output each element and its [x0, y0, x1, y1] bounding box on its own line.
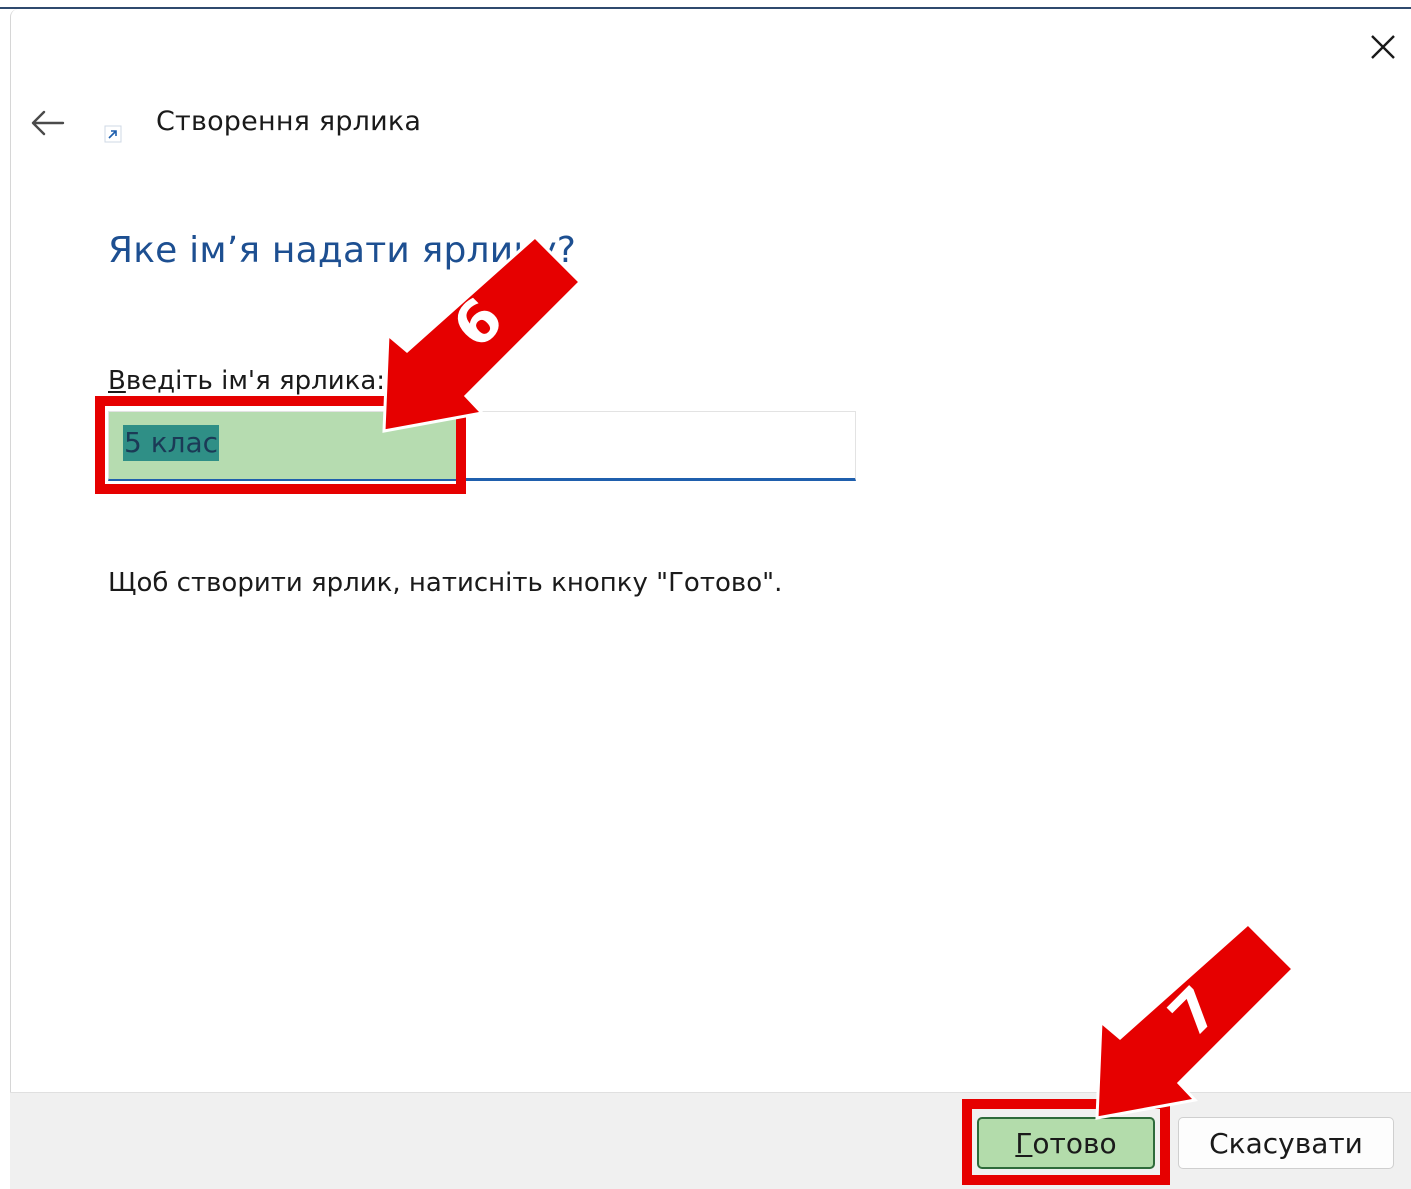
arrow-left-icon — [31, 110, 65, 136]
shortcut-name-label: Введіть ім'я ярлика: — [108, 366, 385, 396]
back-button[interactable] — [22, 100, 74, 146]
screenshot: Створення ярлика Яке ім’я надати ярлику?… — [0, 0, 1411, 1189]
annotation-arrow-6: 6 — [382, 234, 583, 433]
finish-hint: Щоб створити ярлик, натисніть кнопку "Го… — [108, 568, 783, 598]
close-icon — [1371, 35, 1395, 59]
label-accesskey: В — [108, 366, 126, 396]
wizard-title: Створення ярлика — [156, 106, 422, 137]
label-text: ведіть ім'я ярлика: — [125, 366, 386, 396]
shortcut-arrow-icon — [104, 125, 122, 143]
close-button[interactable] — [1355, 20, 1411, 74]
window-top-edge — [0, 0, 1411, 9]
annotation-arrow-7: 7 — [1095, 921, 1296, 1120]
